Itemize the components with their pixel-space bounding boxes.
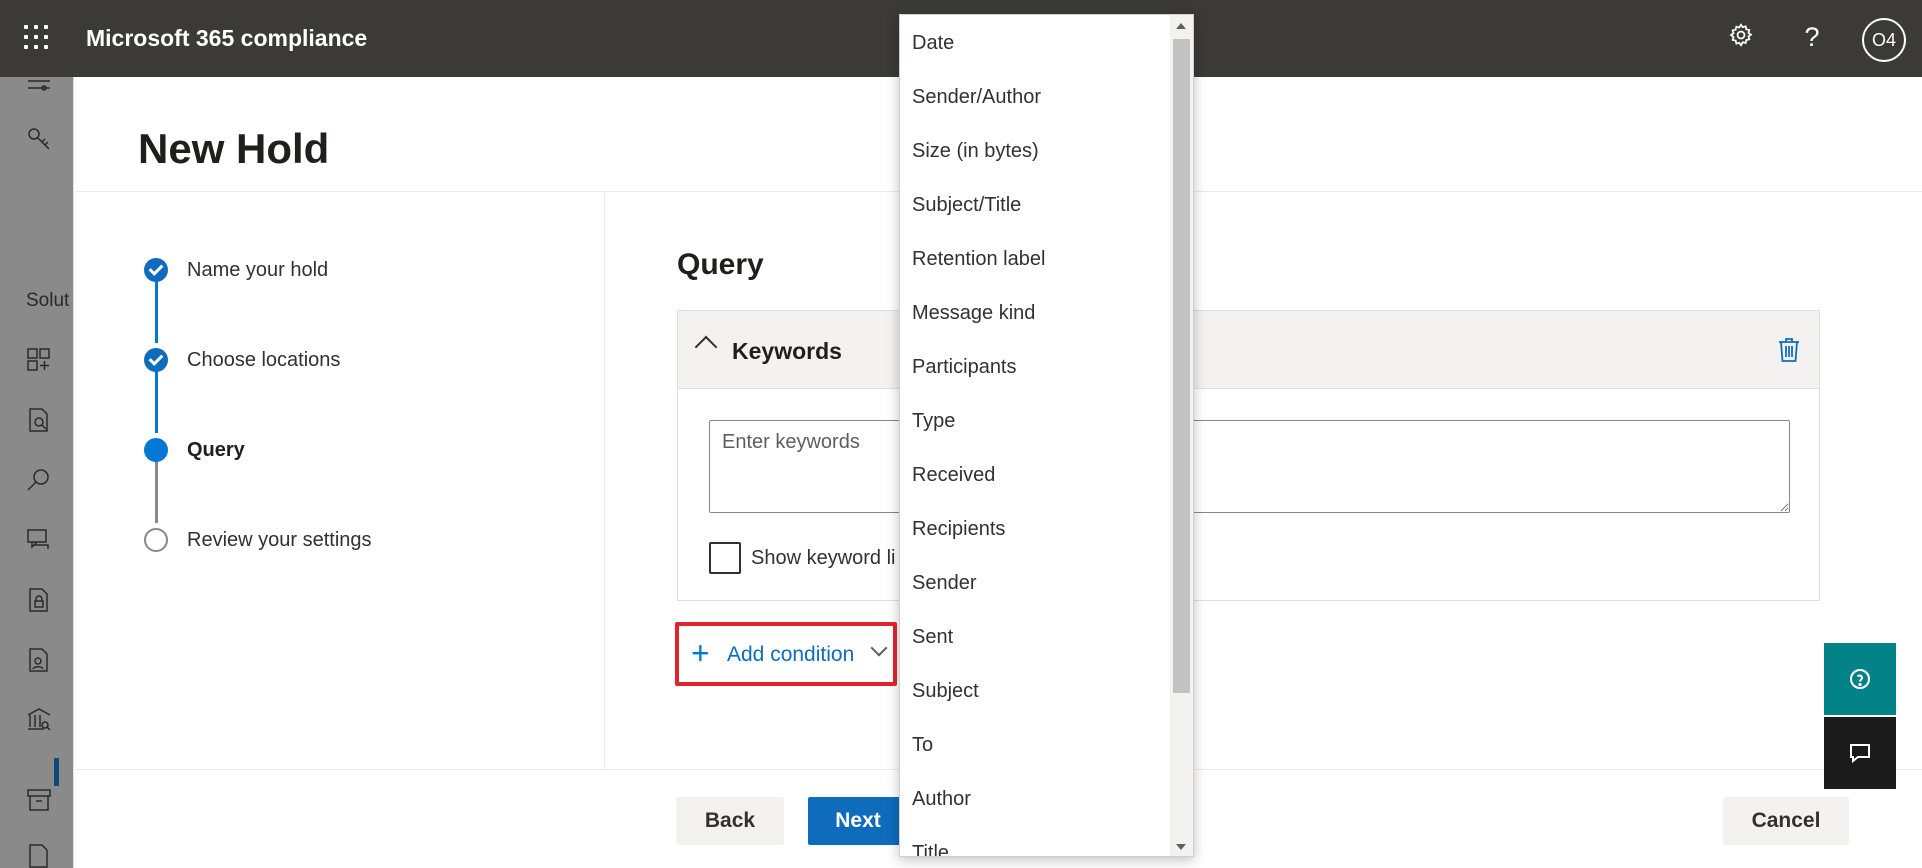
help-assistant-button[interactable]: [1824, 643, 1896, 715]
dropdown-item-to[interactable]: To: [912, 734, 933, 757]
chevron-up-icon[interactable]: [694, 335, 718, 359]
step-label: Review your settings: [187, 529, 372, 551]
dropdown-item-subject-title[interactable]: Subject/Title: [912, 194, 1021, 217]
trash-icon[interactable]: [1778, 337, 1800, 363]
feedback-icon: [1850, 744, 1870, 764]
rail-section-label: Solut: [26, 290, 70, 311]
stepper-divider: [604, 192, 605, 769]
show-keyword-list-label: Show keyword li: [751, 547, 896, 569]
gear-icon[interactable]: [1726, 22, 1756, 52]
back-button[interactable]: Back: [676, 797, 784, 845]
document-icon[interactable]: [26, 843, 52, 868]
dropdown-item-sender[interactable]: Sender: [912, 572, 977, 595]
dropdown-item-author[interactable]: Author: [912, 788, 971, 811]
document-search-icon[interactable]: [26, 407, 52, 433]
scroll-up-arrow-icon[interactable]: [1176, 23, 1186, 29]
feedback-button[interactable]: [1824, 717, 1896, 789]
dropdown-item-date[interactable]: Date: [912, 32, 954, 55]
add-condition-button[interactable]: + Add condition: [675, 622, 897, 686]
left-nav-rail: Solut: [0, 77, 73, 868]
chat-icon[interactable]: [26, 527, 52, 553]
settings-sliders-icon[interactable]: [26, 77, 52, 103]
dropdown-item-participants[interactable]: Participants: [912, 356, 1017, 379]
search-icon[interactable]: [26, 467, 52, 493]
step-connector: [155, 461, 158, 523]
cancel-button[interactable]: Cancel: [1723, 797, 1849, 845]
dropdown-item-size[interactable]: Size (in bytes): [912, 140, 1039, 163]
dropdown-item-message-kind[interactable]: Message kind: [912, 302, 1035, 325]
app-title[interactable]: Microsoft 365 compliance: [86, 25, 367, 52]
archive-icon[interactable]: [26, 787, 52, 813]
page-title: New Hold: [138, 125, 330, 172]
plus-icon: +: [691, 635, 710, 671]
step-connector: [155, 281, 158, 343]
chevron-down-icon: [870, 639, 888, 657]
dropdown-item-sender-author[interactable]: Sender/Author: [912, 86, 1041, 109]
next-button[interactable]: Next: [808, 797, 908, 845]
keywords-card-header[interactable]: Keywords: [678, 311, 1819, 389]
add-condition-label: Add condition: [727, 643, 855, 666]
dropdown-item-title[interactable]: Title: [912, 842, 949, 856]
query-section-title: Query: [677, 248, 764, 281]
scroll-down-arrow-icon[interactable]: [1176, 844, 1186, 850]
current-step-dot: [144, 438, 168, 462]
step-label: Name your hold: [187, 259, 329, 281]
question-circle-icon: [1850, 669, 1870, 689]
keywords-title: Keywords: [732, 338, 842, 364]
show-keyword-list-checkbox[interactable]: [709, 542, 741, 574]
active-nav-marker: [54, 758, 59, 786]
dropdown-item-recipients[interactable]: Recipients: [912, 518, 1005, 541]
keywords-input[interactable]: [709, 420, 1790, 513]
dropdown-item-subject[interactable]: Subject: [912, 680, 979, 703]
key-icon[interactable]: [26, 126, 52, 152]
keywords-card: Keywords Show keyword li: [677, 310, 1820, 601]
avatar[interactable]: O4: [1862, 18, 1906, 62]
dropdown-scrollbar[interactable]: [1170, 15, 1193, 856]
document-lock-icon[interactable]: [26, 587, 52, 613]
help-icon[interactable]: ?: [1797, 22, 1827, 52]
step-connector: [155, 371, 158, 433]
scrollbar-thumb[interactable]: [1173, 39, 1190, 693]
dropdown-item-retention-label[interactable]: Retention label: [912, 248, 1045, 271]
pending-step-dot: [144, 528, 168, 552]
check-icon: [144, 258, 168, 282]
step-label: Query: [187, 439, 245, 461]
document-person-icon[interactable]: [26, 647, 52, 673]
add-dashboard-icon[interactable]: [26, 347, 52, 373]
ediscovery-icon[interactable]: [26, 707, 52, 733]
condition-dropdown-menu: Date Sender/Author Size (in bytes) Subje…: [899, 14, 1194, 857]
app-launcher-icon[interactable]: [24, 25, 48, 49]
dropdown-item-type[interactable]: Type: [912, 410, 955, 433]
dropdown-item-received[interactable]: Received: [912, 464, 995, 487]
check-icon: [144, 348, 168, 372]
dropdown-item-sent[interactable]: Sent: [912, 626, 953, 649]
step-label: Choose locations: [187, 349, 341, 371]
